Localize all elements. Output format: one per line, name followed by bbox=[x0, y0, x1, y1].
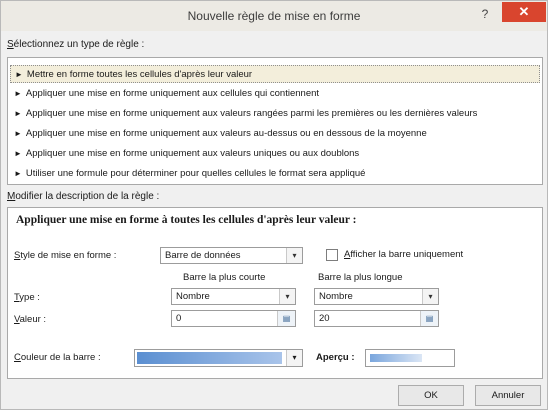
preview-data-bar bbox=[370, 354, 422, 362]
dialog-title: Nouvelle règle de mise en forme bbox=[187, 9, 361, 23]
rule-arrow-icon: ► bbox=[14, 129, 22, 138]
new-formatting-rule-dialog: Nouvelle règle de mise en forme ? ✕ Séle… bbox=[0, 0, 548, 410]
ok-button[interactable]: OK bbox=[398, 385, 464, 406]
rule-description-panel: Appliquer une mise en forme à toutes les… bbox=[7, 207, 543, 379]
cancel-button[interactable]: Annuler bbox=[475, 385, 541, 406]
chevron-down-icon: ▾ bbox=[286, 248, 302, 263]
rule-type-item-top-bottom[interactable]: ► Appliquer une mise en forme uniquement … bbox=[10, 105, 540, 123]
rule-arrow-icon: ► bbox=[14, 169, 22, 178]
rule-type-list[interactable]: ► Mettre en forme toutes les cellules d'a… bbox=[7, 57, 543, 185]
rule-type-item-all-cells[interactable]: ► Mettre en forme toutes les cellules d'a… bbox=[10, 65, 540, 83]
rule-type-label: Sélectionnez un type de règle : bbox=[7, 39, 145, 50]
bar-color-picker[interactable]: ▾ bbox=[134, 349, 303, 367]
preview-box bbox=[365, 349, 455, 367]
format-style-select[interactable]: Barre de données ▾ bbox=[160, 247, 303, 264]
rule-type-item-unique-duplicate[interactable]: ► Appliquer une mise en forme uniquement … bbox=[10, 145, 540, 163]
value-min-input[interactable]: 0 ▤ bbox=[171, 310, 296, 327]
rule-description-label: Modifier la description de la règle : bbox=[7, 191, 160, 202]
title-bar: Nouvelle règle de mise en forme ? ✕ bbox=[1, 1, 547, 31]
shortest-bar-header: Barre la plus courte bbox=[183, 272, 266, 283]
type-max-select[interactable]: Nombre ▾ bbox=[314, 288, 439, 305]
bar-color-swatch bbox=[137, 352, 282, 364]
rule-arrow-icon: ► bbox=[14, 109, 22, 118]
preview-label: Aperçu : bbox=[316, 352, 355, 363]
rule-type-item-contains[interactable]: ► Appliquer une mise en forme uniquement … bbox=[10, 85, 540, 103]
rule-type-item-formula[interactable]: ► Utiliser une formule pour déterminer po… bbox=[10, 165, 540, 183]
type-min-select[interactable]: Nombre ▾ bbox=[171, 288, 296, 305]
show-bar-only-checkbox[interactable] bbox=[326, 249, 338, 261]
help-button[interactable]: ? bbox=[475, 5, 495, 23]
type-label: Type : bbox=[14, 292, 40, 303]
format-style-label: Style de mise en forme : bbox=[14, 250, 117, 261]
rule-arrow-icon: ► bbox=[14, 149, 22, 158]
cell-picker-icon[interactable]: ▤ bbox=[277, 311, 295, 326]
description-heading: Appliquer une mise en forme à toutes les… bbox=[16, 214, 357, 226]
rule-arrow-icon: ► bbox=[15, 70, 23, 79]
value-label: Valeur : bbox=[14, 314, 47, 325]
show-bar-only-label[interactable]: Afficher la barre uniquement bbox=[344, 249, 463, 260]
rule-type-item-above-below-average[interactable]: ► Appliquer une mise en forme uniquement … bbox=[10, 125, 540, 143]
longest-bar-header: Barre la plus longue bbox=[318, 272, 403, 283]
rule-arrow-icon: ► bbox=[14, 89, 22, 98]
chevron-down-icon: ▾ bbox=[279, 289, 295, 304]
chevron-down-icon: ▾ bbox=[286, 350, 302, 366]
value-max-input[interactable]: 20 ▤ bbox=[314, 310, 439, 327]
bar-color-label: Couleur de la barre : bbox=[14, 352, 101, 363]
cell-picker-icon[interactable]: ▤ bbox=[420, 311, 438, 326]
chevron-down-icon: ▾ bbox=[422, 289, 438, 304]
close-button[interactable]: ✕ bbox=[502, 2, 546, 22]
